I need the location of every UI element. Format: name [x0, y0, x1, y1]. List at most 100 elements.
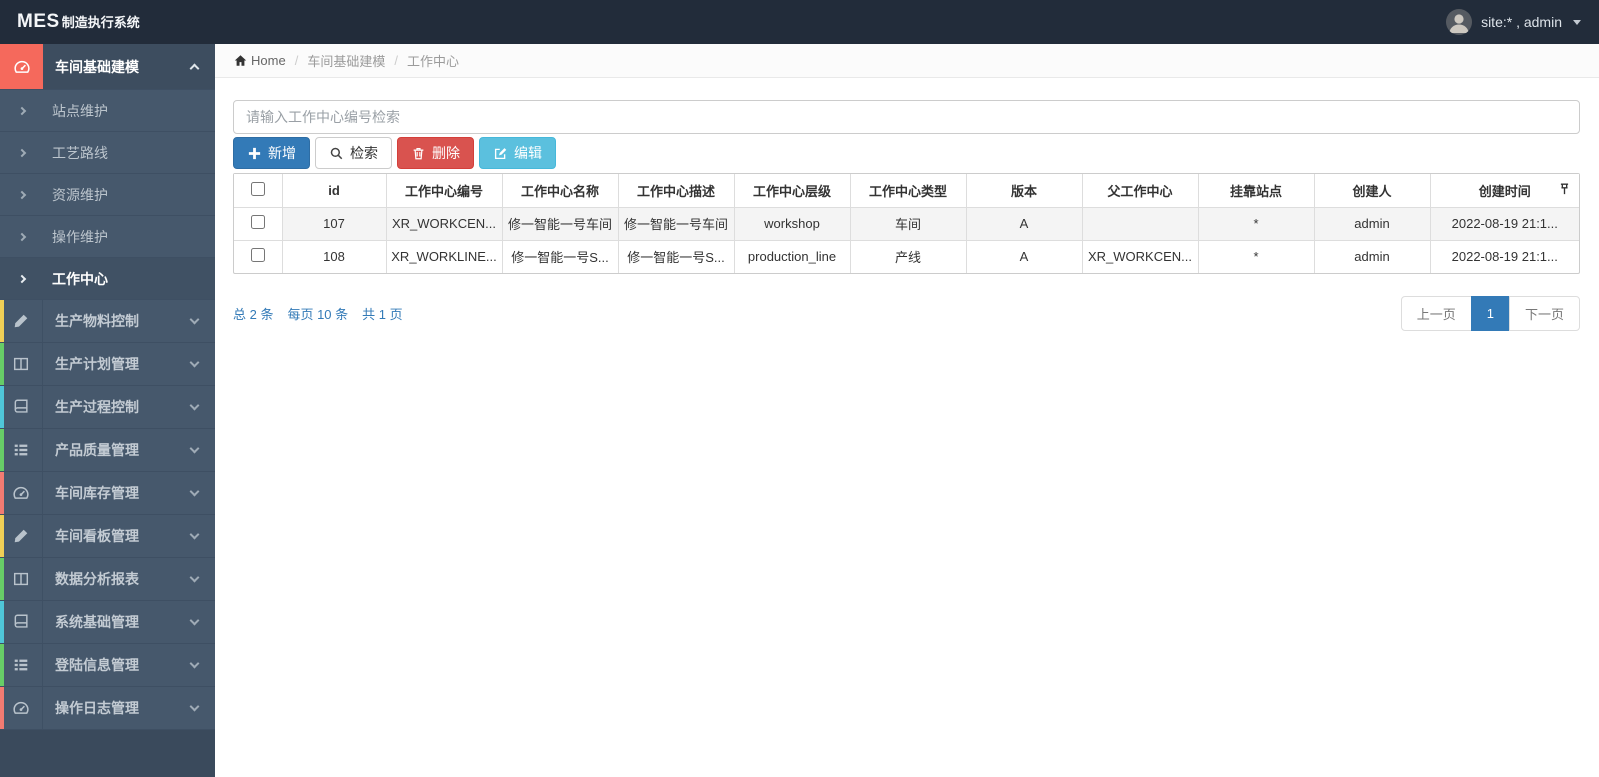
chevron-down-icon [189, 529, 200, 540]
sidebar-item-process-route[interactable]: 工艺路线 [0, 132, 215, 174]
search-button[interactable]: 检索 [315, 137, 392, 169]
plus-icon [248, 147, 261, 159]
sidebar-group-login-info[interactable]: 登陆信息管理 [0, 644, 215, 687]
columns-icon [0, 558, 43, 600]
column-header-station[interactable]: 挂靠站点 [1197, 174, 1315, 208]
sidebar-group-process-control[interactable]: 生产过程控制 [0, 386, 215, 429]
brand-logo[interactable]: MES 制造执行系统 [0, 11, 140, 33]
sidebar-group-workshop-modeling[interactable]: 车间基础建模 [0, 44, 215, 90]
search-input[interactable] [233, 100, 1580, 134]
cell-id: 107 [281, 206, 387, 241]
pencil-icon [0, 515, 43, 557]
sidebar: 车间基础建模 站点维护 工艺路线 资源维护 操作维护 工作中心 生产物料控制 生… [0, 44, 215, 777]
cell-level: workshop [733, 206, 851, 241]
sidebar-group-label: 数据分析报表 [55, 571, 139, 587]
cell-creator: admin [1313, 239, 1431, 273]
sidebar-item-label: 操作维护 [52, 228, 108, 245]
cell-created-time: 2022-08-19 21:1... [1429, 206, 1579, 241]
column-header-label: 创建时间 [1478, 183, 1531, 199]
cell-name: 修一智能一号S... [501, 239, 619, 273]
sidebar-item-work-center[interactable]: 工作中心 [0, 258, 215, 300]
add-button[interactable]: 新增 [233, 137, 310, 169]
chevron-down-icon [189, 314, 200, 325]
sidebar-group-operation-log[interactable]: 操作日志管理 [0, 687, 215, 730]
cell-level: production_line [733, 239, 851, 273]
main-content: Home / 车间基础建模 / 工作中心 新增 检索 删除 编辑 [215, 44, 1599, 777]
column-header-level[interactable]: 工作中心层级 [733, 174, 851, 208]
next-page-button[interactable]: 下一页 [1508, 296, 1580, 331]
chevron-right-icon [17, 148, 27, 157]
sidebar-group-system-management[interactable]: 系统基础管理 [0, 601, 215, 644]
column-header-code[interactable]: 工作中心编号 [385, 174, 503, 208]
work-center-table: id 工作中心编号 工作中心名称 工作中心描述 工作中心层级 工作中心类型 版本… [233, 173, 1580, 274]
cell-created-time: 2022-08-19 21:1... [1429, 239, 1579, 273]
current-page-button[interactable]: 1 [1470, 296, 1510, 331]
table-header-row: id 工作中心编号 工作中心名称 工作中心描述 工作中心层级 工作中心类型 版本… [234, 174, 1579, 208]
pagination-summary: 总 2 条 每页 10 条 共 1 页 [233, 304, 403, 323]
prev-page-button[interactable]: 上一页 [1400, 296, 1472, 331]
chevron-down-icon [189, 658, 200, 669]
sidebar-group-label: 登陆信息管理 [55, 657, 139, 673]
user-menu[interactable]: site:* , admin [1446, 9, 1599, 35]
chevron-down-icon [189, 701, 200, 712]
column-header-name[interactable]: 工作中心名称 [501, 174, 619, 208]
sidebar-item-label: 资源维护 [52, 186, 108, 203]
sidebar-group-plan-management[interactable]: 生产计划管理 [0, 343, 215, 386]
column-header-description[interactable]: 工作中心描述 [617, 174, 735, 208]
table-row[interactable]: 108 XR_WORKLINE... 修一智能一号S... 修一智能一号S...… [234, 239, 1579, 273]
sidebar-group-inventory-management[interactable]: 车间库存管理 [0, 472, 215, 515]
sidebar-group-quality-management[interactable]: 产品质量管理 [0, 429, 215, 472]
column-header-created-time[interactable]: 创建时间 [1429, 174, 1579, 208]
total-count: 总 2 条 [233, 307, 274, 322]
select-all-checkbox[interactable] [250, 181, 265, 196]
cell-description: 修一智能一号车间 [617, 206, 735, 241]
avatar [1446, 9, 1473, 35]
search-button-label: 检索 [350, 145, 378, 161]
cell-version: A [965, 206, 1083, 241]
breadcrumb-item-current: 工作中心 [406, 54, 459, 69]
breadcrumb-item[interactable]: 车间基础建模 [307, 51, 385, 70]
sidebar-item-label: 工作中心 [52, 270, 108, 287]
sidebar-group-label: 生产物料控制 [55, 313, 139, 329]
chevron-down-icon [189, 572, 200, 583]
gauge-icon [0, 44, 43, 89]
edit-icon [494, 147, 507, 159]
sidebar-group-data-analysis[interactable]: 数据分析报表 [0, 558, 215, 601]
add-button-label: 新增 [268, 145, 296, 161]
chevron-up-icon [189, 63, 200, 74]
delete-button-label: 删除 [432, 145, 460, 161]
edit-button[interactable]: 编辑 [479, 137, 556, 169]
sidebar-item-station-maintenance[interactable]: 站点维护 [0, 90, 215, 132]
gauge-icon [0, 687, 43, 729]
column-header-creator[interactable]: 创建人 [1313, 174, 1431, 208]
sidebar-group-label: 车间看板管理 [55, 528, 139, 544]
sidebar-group-label: 车间库存管理 [55, 485, 139, 501]
trash-icon [413, 147, 424, 159]
user-label: site:* , admin [1481, 14, 1562, 30]
cell-type: 车间 [849, 206, 967, 241]
chevron-down-icon [189, 400, 200, 411]
sidebar-item-operation-maintenance[interactable]: 操作维护 [0, 216, 215, 258]
cell-code: XR_WORKCEN... [385, 206, 503, 241]
column-header-type[interactable]: 工作中心类型 [849, 174, 967, 208]
delete-button[interactable]: 删除 [397, 137, 474, 169]
row-checkbox[interactable] [250, 215, 265, 229]
column-header-parent[interactable]: 父工作中心 [1081, 174, 1199, 208]
column-header-id[interactable]: id [281, 174, 387, 208]
breadcrumb-separator: / [294, 53, 299, 68]
cell-version: A [965, 239, 1083, 273]
pagination-controls: 上一页 1 下一页 [1400, 296, 1580, 331]
cell-type: 产线 [849, 239, 967, 273]
sidebar-group-material-control[interactable]: 生产物料控制 [0, 300, 215, 343]
table-row[interactable]: 107 XR_WORKCEN... 修一智能一号车间 修一智能一号车间 work… [234, 206, 1579, 241]
breadcrumb-home-link[interactable]: Home [234, 53, 286, 68]
sidebar-item-resource-maintenance[interactable]: 资源维护 [0, 174, 215, 216]
cell-parent: XR_WORKCEN... [1081, 239, 1199, 273]
pin-icon[interactable] [1560, 183, 1569, 195]
sidebar-group-board-management[interactable]: 车间看板管理 [0, 515, 215, 558]
row-checkbox[interactable] [250, 248, 265, 263]
column-header-version[interactable]: 版本 [965, 174, 1083, 208]
chevron-down-icon [189, 486, 200, 497]
chevron-right-icon [17, 190, 27, 199]
gauge-icon [0, 472, 43, 514]
